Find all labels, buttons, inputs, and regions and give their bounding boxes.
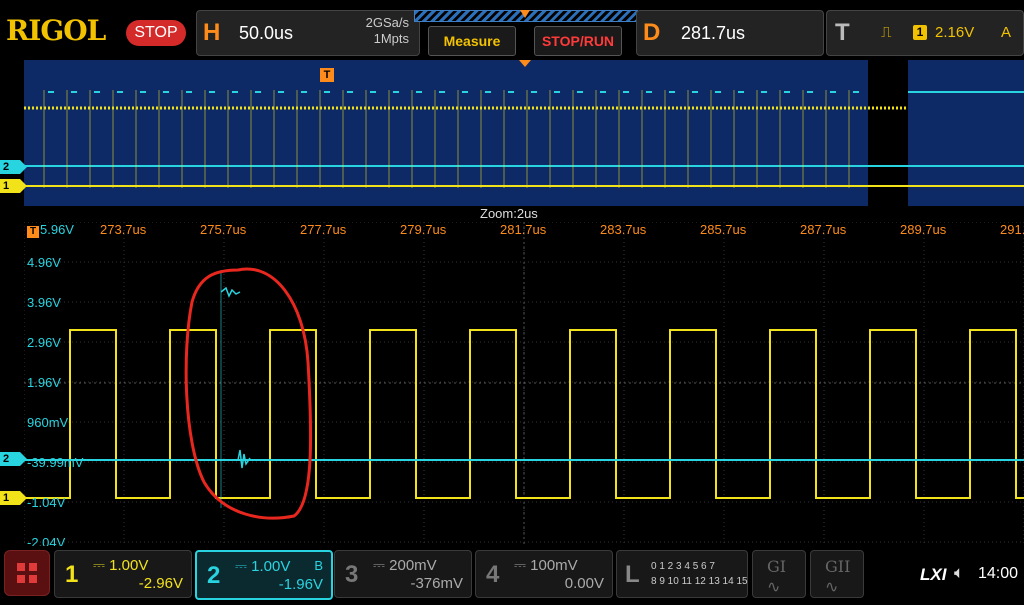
channel-2-number: 2 [207, 562, 221, 589]
trigger-corner-icon: T [27, 226, 39, 238]
annotation-circle [184, 267, 313, 520]
delay-letter: D [643, 19, 661, 46]
sine-wave-icon: ∿ [825, 579, 839, 596]
memory-depth: 1Mpts [373, 31, 409, 46]
time-axis-label: 277.7us [300, 222, 347, 237]
trigger-position-marker [520, 10, 530, 18]
grid-menu-icon [17, 563, 37, 583]
volt-axis-label: 3.96V [27, 295, 61, 310]
sample-rate: 2GSa/s [365, 15, 409, 30]
logic-bits: 0 1 2 3 4 5 6 7 8 9 10 11 12 13 14 15 [651, 559, 748, 589]
volt-axis-label: -39.99mV [27, 455, 84, 470]
channel-3-scale: ⎓ 200mV [373, 557, 437, 574]
channel-1-box[interactable]: 1 ⎓ 1.00V -2.96V [54, 550, 192, 598]
home-menu-button[interactable] [4, 550, 50, 596]
clock: 14:00 [978, 565, 1019, 582]
volt-axis-label: 1.96V [27, 375, 61, 390]
run-state-badge[interactable]: STOP [126, 20, 186, 46]
logic-bits-row2: 8 9 10 11 12 13 14 15 [651, 576, 748, 587]
stop-run-button[interactable]: STOP/RUN [534, 26, 622, 56]
channel-4-offset: 0.00V [564, 575, 604, 592]
channel-4-scale: ⎓ 100mV [514, 557, 578, 574]
channel-3-box[interactable]: 3 ⎓ 200mV -376mV [334, 550, 472, 598]
logic-analyzer-box[interactable]: L 0 1 2 3 4 5 6 7 8 9 10 11 12 13 14 15 [616, 550, 748, 598]
overview-center-marker [519, 60, 531, 67]
channel-4-scale-value: 100mV [530, 557, 578, 574]
top-bar: RIGOL STOP H 50.0us 2GSa/s 1Mpts Measure… [0, 0, 1024, 60]
trigger-letter: T [835, 19, 850, 46]
time-axis-label: 273.7us [100, 222, 147, 237]
channel-1-scale-value: 1.00V [109, 557, 149, 574]
overview-window[interactable]: T [24, 60, 1024, 206]
generator-2-label: GII [825, 557, 851, 576]
time-axis-label: 285.7us [700, 222, 747, 237]
channel-3-scale-value: 200mV [389, 557, 437, 574]
zoom-label: Zoom:2us [480, 206, 538, 221]
generator-2-box[interactable]: GII ∿ [810, 550, 864, 598]
channel-2-bandwidth-limit: B [314, 558, 323, 573]
acquisition-info: 2GSa/s 1Mpts [366, 15, 409, 47]
time-axis-label: 283.7us [600, 222, 647, 237]
time-axis-label: 281.7us [500, 222, 547, 237]
channel-2-scale-value: 1.00V [251, 558, 291, 575]
delay-value: 281.7us [681, 23, 746, 43]
channel-4-number: 4 [486, 561, 500, 588]
overview-ch1-marker: 1 [0, 179, 27, 193]
volt-axis-label: 960mV [27, 415, 69, 430]
overview-trigger-marker: T [320, 68, 334, 82]
time-axis-label: 275.7us [200, 222, 247, 237]
measure-button[interactable]: Measure [428, 26, 516, 56]
channel-1-offset: -2.96V [138, 575, 183, 592]
time-axis-label: 287.7us [800, 222, 847, 237]
overview-ch2-marker: 2 [0, 160, 27, 174]
channel-2-box[interactable]: 2 ⎓ 1.00V B -1.96V [195, 550, 333, 600]
volt-axis-label: 4.96V [27, 255, 61, 270]
sine-wave-icon: ∿ [767, 579, 781, 596]
rigol-logo: RIGOL [6, 14, 106, 47]
center-controls: Measure STOP/RUN [414, 10, 638, 56]
trigger-panel[interactable]: T ⎍ 1 2.16V A [826, 10, 1024, 56]
waveform-svg [24, 222, 1024, 544]
logic-bits-row1: 0 1 2 3 4 5 6 7 [651, 561, 715, 572]
time-axis-label: 289.7us [900, 222, 947, 237]
main-ch2-marker: 2 [0, 452, 27, 466]
volt-axis-label: -1.04V [27, 495, 66, 510]
lxi-logo: LXI [920, 565, 947, 584]
timebase-value: 50.0us [239, 23, 294, 43]
channel-2-offset: -1.96V [278, 576, 323, 593]
channel-3-offset: -376mV [410, 575, 463, 592]
delay-panel[interactable]: D 281.7us [636, 10, 824, 56]
trigger-mode: A [1001, 24, 1012, 41]
logic-letter: L [625, 561, 640, 588]
trigger-channel-badge: 1 [913, 25, 927, 40]
rising-edge-icon: ⎍ [881, 24, 892, 41]
generator-1-box[interactable]: GI ∿ [752, 550, 806, 598]
main-waveform-area[interactable] [24, 222, 1024, 544]
overview-traces [24, 90, 1024, 188]
volt-top-partial: 5.96V [40, 222, 74, 237]
trigger-level: 2.16V [935, 24, 975, 41]
time-axis-label: 291.7us [1000, 222, 1024, 237]
horizontal-panel[interactable]: H 50.0us 2GSa/s 1Mpts [196, 10, 420, 56]
channel-4-box[interactable]: 4 ⎓ 100mV 0.00V [475, 550, 613, 598]
volt-axis-label: 2.96V [27, 335, 61, 350]
channel-2-scale: ⎓ 1.00V [235, 558, 291, 575]
main-ch1-marker: 1 [0, 491, 27, 505]
time-axis-label: 279.7us [400, 222, 447, 237]
horizontal-letter: H [203, 19, 221, 46]
channel-1-number: 1 [65, 561, 79, 588]
channel-3-number: 3 [345, 561, 359, 588]
channel-1-scale: ⎓ 1.00V [93, 557, 149, 574]
generator-1-label: GI [767, 557, 787, 576]
speaker-icon[interactable]: 🔈︎ [954, 563, 964, 583]
